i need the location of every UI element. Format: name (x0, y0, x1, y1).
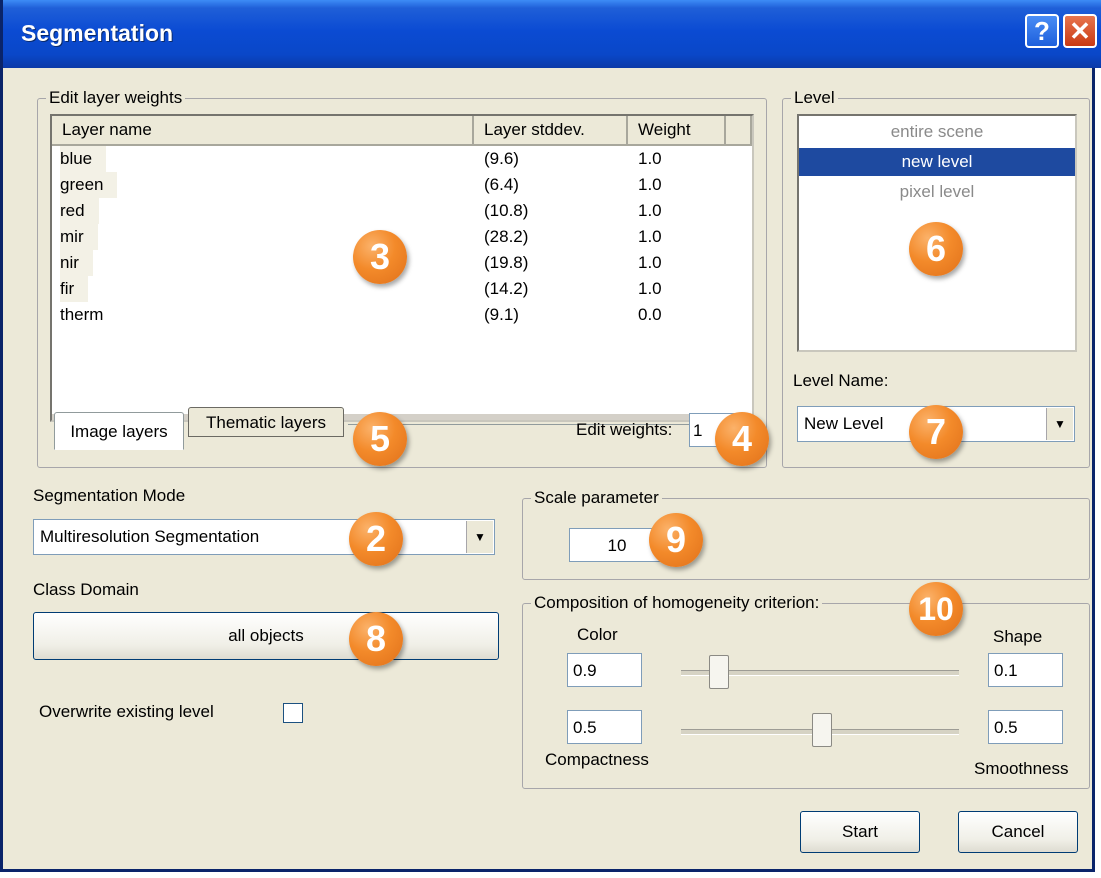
edit-layer-weights-legend: Edit layer weights (46, 87, 186, 109)
cancel-button[interactable]: Cancel (958, 811, 1078, 853)
close-button[interactable]: ✕ (1063, 14, 1097, 48)
title-bar: Segmentation ? ✕ (3, 0, 1101, 68)
layer-name-cell: therm (60, 305, 104, 324)
edit-weights-label: Edit weights: (576, 420, 673, 439)
layer-name-cell: red (60, 198, 99, 224)
color-shape-slider-thumb[interactable] (709, 655, 729, 689)
homogeneity-legend: Composition of homogeneity criterion: (531, 592, 823, 614)
layer-name-cell: nir (60, 250, 93, 276)
layer-weight-cell: 1.0 (638, 201, 662, 220)
annotation-badge-3: 3 (353, 230, 407, 284)
overwrite-existing-level-label: Overwrite existing level (39, 702, 214, 721)
layer-stddev-cell: (28.2) (484, 227, 529, 246)
layer-name-cell: green (60, 172, 118, 198)
color-field[interactable]: 0.9 (567, 653, 642, 687)
layer-name-cell: blue (60, 146, 107, 172)
chevron-down-icon[interactable]: ▼ (1046, 408, 1073, 440)
annotation-badge-7: 7 (909, 405, 963, 459)
tab-thematic-layers[interactable]: Thematic layers (188, 407, 344, 437)
layer-weight-cell: 1.0 (638, 279, 662, 298)
level-legend: Level (791, 87, 838, 109)
column-header-filler (726, 116, 752, 146)
compactness-field[interactable]: 0.5 (567, 710, 642, 744)
layer-weight-cell: 1.0 (638, 149, 662, 168)
annotation-badge-4: 4 (715, 412, 769, 466)
compactness-label: Compactness (545, 750, 649, 769)
start-button[interactable]: Start (800, 811, 920, 853)
column-header-weight[interactable]: Weight (628, 116, 726, 146)
column-header-layer-stddev[interactable]: Layer stddev. (474, 116, 628, 146)
layer-stddev-cell: (6.4) (484, 175, 519, 194)
shape-label: Shape (993, 627, 1043, 646)
layer-stddev-cell: (9.6) (484, 149, 519, 168)
layer-weight-cell: 1.0 (638, 175, 662, 194)
homogeneity-group: Composition of homogeneity criterion: Co… (522, 592, 1090, 789)
level-name-value: New Level (804, 414, 884, 433)
segmentation-mode-value: Multiresolution Segmentation (40, 527, 260, 546)
layer-stddev-cell: (19.8) (484, 253, 529, 272)
level-item-entire-scene[interactable]: entire scene (799, 118, 1075, 146)
annotation-badge-8: 8 (349, 612, 403, 666)
color-label: Color (577, 625, 618, 644)
segmentation-mode-dropdown[interactable]: Multiresolution Segmentation ▼ (33, 519, 495, 555)
annotation-badge-5: 5 (353, 412, 407, 466)
layer-name-cell: fir (60, 276, 89, 302)
layer-weight-cell: 1.0 (638, 253, 662, 272)
smoothness-label: Smoothness (974, 759, 1069, 778)
window-title: Segmentation (21, 20, 174, 46)
layer-stddev-cell: (9.1) (484, 305, 519, 324)
compactness-smoothness-slider-thumb[interactable] (812, 713, 832, 747)
class-domain-label: Class Domain (33, 580, 139, 599)
overwrite-existing-level-checkbox[interactable] (283, 703, 303, 723)
edit-layer-weights-group: Edit layer weights Layer name Layer stdd… (37, 87, 767, 468)
level-item-new-level[interactable]: new level (799, 148, 1075, 176)
layer-stddev-cell: (10.8) (484, 201, 529, 220)
column-header-layer-name[interactable]: Layer name (52, 116, 474, 146)
level-item-pixel-level[interactable]: pixel level (799, 178, 1075, 206)
help-button[interactable]: ? (1025, 14, 1059, 48)
annotation-badge-2: 2 (349, 512, 403, 566)
tab-image-layers[interactable]: Image layers (54, 412, 184, 450)
layer-name-cell: mir (60, 224, 98, 250)
chevron-down-icon[interactable]: ▼ (466, 521, 493, 553)
layer-weight-cell: 1.0 (638, 227, 662, 246)
scale-parameter-group: Scale parameter 10 (522, 487, 1090, 580)
annotation-badge-9: 9 (649, 513, 703, 567)
shape-field[interactable]: 0.1 (988, 653, 1063, 687)
scale-parameter-legend: Scale parameter (531, 487, 662, 509)
segmentation-mode-label: Segmentation Mode (33, 486, 186, 505)
layer-weight-cell: 0.0 (638, 305, 662, 324)
segmentation-dialog: Segmentation ? ✕ Edit layer weights Laye… (0, 0, 1101, 872)
annotation-badge-6: 6 (909, 222, 963, 276)
smoothness-field[interactable]: 0.5 (988, 710, 1063, 744)
class-domain-button[interactable]: all objects (33, 612, 499, 660)
level-name-label: Level Name: (793, 371, 889, 390)
annotation-badge-10: 10 (909, 582, 963, 636)
layer-stddev-cell: (14.2) (484, 279, 529, 298)
